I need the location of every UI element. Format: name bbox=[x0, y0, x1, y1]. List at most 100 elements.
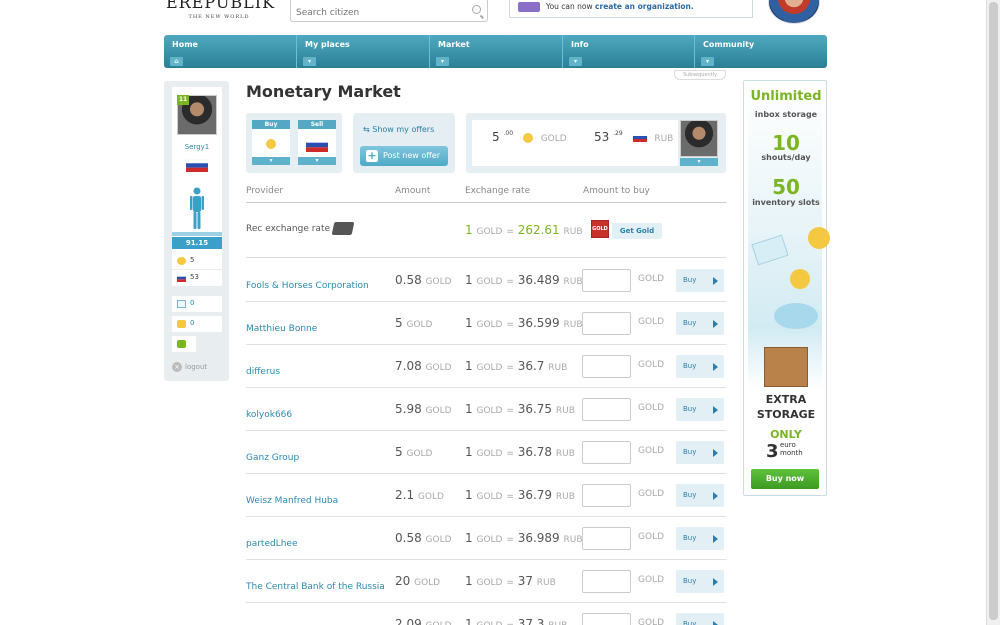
buy-now-button[interactable]: Buy now bbox=[751, 469, 819, 489]
search-input[interactable] bbox=[291, 3, 461, 23]
provider-link[interactable]: partedLhee bbox=[246, 539, 298, 549]
alerts-link[interactable]: 0 bbox=[172, 316, 222, 332]
col-amount: Amount bbox=[395, 186, 431, 196]
provider-link[interactable]: differus bbox=[246, 367, 280, 377]
nav-home[interactable]: Home ⌂ bbox=[164, 35, 297, 68]
gold-coin-icon bbox=[177, 257, 186, 265]
search-icon[interactable] bbox=[472, 5, 481, 14]
buy-label: Buy bbox=[252, 120, 290, 129]
page-scrollbar[interactable] bbox=[986, 0, 1000, 625]
ad-shouts-label: shouts/day bbox=[761, 153, 811, 162]
offer-amount-value: 2.1 bbox=[395, 488, 415, 502]
amount-to-buy-input[interactable] bbox=[582, 527, 631, 550]
logo-title: EREPUBLIK bbox=[166, 0, 276, 12]
table-row: The Central Bank of the Russia 20 GOLD 1 G… bbox=[246, 560, 726, 603]
offer-rate: 1 GOLD = 36.75 RUB bbox=[465, 402, 575, 416]
nav-my-places[interactable]: My places ▾ bbox=[297, 35, 430, 68]
feed-link[interactable] bbox=[172, 336, 196, 352]
scrollbar-thumb[interactable] bbox=[989, 2, 998, 620]
citizen-name-link[interactable]: Sergy1 bbox=[172, 143, 222, 151]
user-avatar[interactable] bbox=[768, 0, 820, 24]
notice-bar: You can now create an organization. bbox=[509, 0, 753, 18]
offer-rate: 1 GOLD = 37.3 RUB bbox=[465, 617, 567, 625]
amount-to-buy-input[interactable] bbox=[582, 570, 631, 593]
sell-currency-select[interactable]: Sell ▾ bbox=[298, 120, 336, 165]
offer-rate-gold-unit: GOLD bbox=[476, 621, 502, 625]
provider-link[interactable]: Weisz Manfred Huba bbox=[246, 496, 338, 506]
offer-rate-gold-unit: GOLD bbox=[476, 449, 503, 459]
logout-link[interactable]: × logout bbox=[172, 362, 207, 372]
offer-rate: 1 GOLD = 36.489 RUB bbox=[465, 273, 583, 287]
offer-amount-value: 5 bbox=[395, 316, 403, 330]
amount-to-buy-input[interactable] bbox=[582, 484, 631, 507]
arrow-right-icon bbox=[713, 535, 718, 543]
chevron-down-icon[interactable]: ▾ bbox=[680, 158, 718, 166]
offer-amount-unit: GOLD bbox=[406, 449, 433, 459]
account-avatar[interactable] bbox=[680, 120, 718, 157]
recommended-rate-row: Rec exchange rate 1 GOLD = 262.61 RUB GO… bbox=[246, 216, 726, 258]
storage-ad[interactable]: Unlimited inbox storage 10 shouts/day 50… bbox=[743, 80, 830, 496]
offer-rate-equals: = bbox=[506, 363, 514, 373]
offer-rate-rub-unit: RUB bbox=[536, 578, 556, 588]
nav-community[interactable]: Community ▾ bbox=[695, 35, 827, 68]
offer-rate-equals: = bbox=[506, 578, 514, 588]
table-row: Fools & Horses Corporation 0.58 GOLD 1 GOL… bbox=[246, 259, 726, 302]
amount-to-buy-input[interactable] bbox=[582, 441, 631, 464]
ad-subline: inbox storage bbox=[754, 110, 818, 119]
offer-rate-value: 36.75 bbox=[517, 402, 553, 416]
chevron-down-icon: ▾ bbox=[436, 57, 449, 66]
offer-rate: 1 GOLD = 36.79 RUB bbox=[465, 488, 575, 502]
buy-button-label: Buy bbox=[683, 362, 697, 370]
amount-to-buy-input[interactable] bbox=[582, 269, 631, 292]
ad-storage: STORAGE bbox=[756, 408, 816, 421]
buy-button[interactable]: Buy bbox=[676, 441, 724, 464]
nav-my-places-label: My places bbox=[305, 40, 350, 49]
amount-to-buy-input[interactable] bbox=[582, 613, 631, 625]
offer-amount-value: 0.58 bbox=[395, 531, 422, 545]
chevron-down-icon: ▾ bbox=[303, 57, 316, 66]
offer-rate-value: 36.989 bbox=[517, 531, 560, 545]
table-row: differus 7.08 GOLD 1 GOLD = 36.7 RUB GOLD Bu… bbox=[246, 345, 726, 388]
offer-rate-value: 36.78 bbox=[517, 445, 553, 459]
nav-market[interactable]: Market ▾ bbox=[430, 35, 563, 68]
erepublik-logo[interactable]: EREPUBLIK THE NEW WORLD bbox=[166, 0, 276, 24]
buy-button[interactable]: Buy bbox=[676, 269, 724, 292]
show-my-offers-link[interactable]: ⇆ Show my offers bbox=[363, 125, 434, 134]
rec-rate-gold-unit: GOLD bbox=[476, 227, 503, 237]
russia-flag-icon bbox=[632, 132, 647, 142]
messages-link[interactable]: 0 bbox=[172, 296, 222, 312]
gold-balance: 5 bbox=[172, 253, 222, 269]
amount-to-buy-input[interactable] bbox=[582, 398, 631, 421]
buy-button[interactable]: Buy bbox=[676, 527, 724, 550]
provider-link[interactable]: Fools & Horses Corporation bbox=[246, 281, 369, 291]
provider-link[interactable]: Matthieu Bonne bbox=[246, 324, 317, 334]
provider-link[interactable]: kolyok666 bbox=[246, 410, 292, 420]
amount-to-buy-input[interactable] bbox=[582, 355, 631, 378]
provider-link[interactable]: The Central Bank of the Russia bbox=[246, 582, 385, 592]
subnote-tab[interactable]: Subsequently bbox=[674, 70, 726, 80]
buy-button[interactable]: Buy bbox=[676, 398, 724, 421]
post-new-offer-button[interactable]: + Post new offer bbox=[360, 146, 448, 166]
provider-link[interactable]: Ganz Group bbox=[246, 453, 299, 463]
create-organization-link[interactable]: create an organization. bbox=[595, 2, 694, 11]
ad-headline: Unlimited bbox=[750, 89, 822, 104]
buy-button[interactable]: Buy bbox=[676, 355, 724, 378]
offer-rate-rub-unit: RUB bbox=[563, 320, 583, 330]
rub-account-balance: 53 .29 RUB bbox=[594, 130, 674, 144]
gold-badge-icon[interactable]: GOLD bbox=[591, 220, 609, 238]
speech-bubble-icon bbox=[774, 303, 818, 329]
currency-balance: 53 bbox=[172, 270, 222, 286]
table-row: Matthieu Bonne 5 GOLD 1 GOLD = 36.599 RUB G… bbox=[246, 302, 726, 345]
buy-button[interactable]: Buy bbox=[676, 570, 724, 593]
citizen-sidebar: 11 Sergy1 91.15 5 53 0 0 × logout bbox=[164, 81, 229, 381]
buy-button[interactable]: Buy bbox=[676, 312, 724, 335]
nav-info[interactable]: Info ▾ bbox=[563, 35, 695, 68]
amount-to-buy-unit: GOLD bbox=[638, 575, 665, 585]
buy-currency-select[interactable]: Buy ▾ bbox=[252, 120, 290, 165]
buy-button[interactable]: Buy bbox=[676, 484, 724, 507]
organization-icon bbox=[518, 2, 540, 12]
buy-button[interactable]: Buy bbox=[676, 613, 724, 625]
get-gold-button[interactable]: Get Gold bbox=[612, 223, 662, 239]
amount-to-buy-input[interactable] bbox=[582, 312, 631, 335]
ad-month: month bbox=[780, 449, 803, 457]
